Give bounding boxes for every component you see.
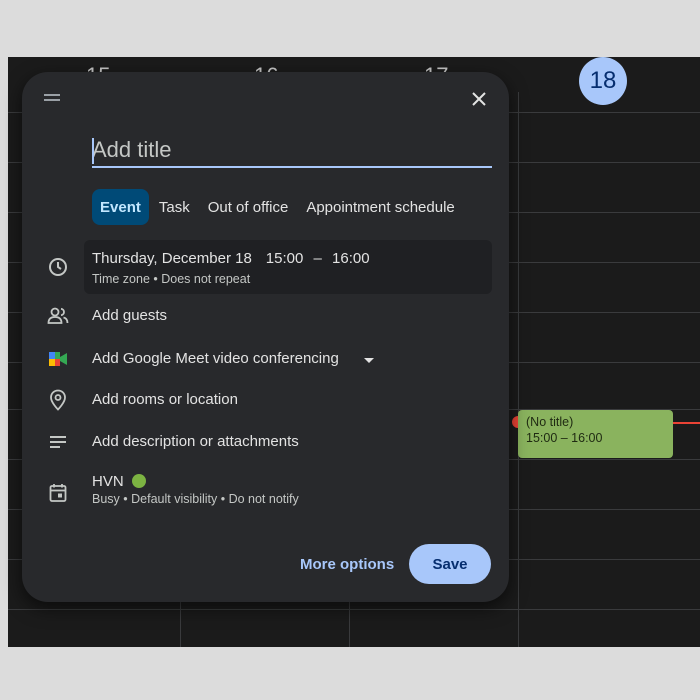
- add-description-label: Add description or attachments: [92, 433, 299, 450]
- event-time: 15:00 – 16:00: [526, 431, 603, 445]
- calendar-selector[interactable]: HVN: [92, 473, 146, 490]
- time-separator: –: [313, 250, 322, 267]
- description-row[interactable]: Add description or attachments: [22, 430, 509, 454]
- location-pin-icon: [46, 388, 70, 412]
- meet-row[interactable]: Add Google Meet video conferencing: [22, 347, 509, 371]
- close-button[interactable]: [466, 86, 492, 112]
- end-time: 16:00: [332, 250, 370, 267]
- title-input[interactable]: [92, 134, 492, 168]
- google-meet-icon: [46, 347, 70, 371]
- current-day-number[interactable]: 18: [579, 57, 627, 105]
- calendar-row[interactable]: HVN Busy • Default visibility • Do not n…: [22, 472, 509, 512]
- start-time: 15:00: [265, 250, 304, 267]
- close-icon: [472, 92, 486, 106]
- people-icon: [46, 304, 70, 328]
- save-button[interactable]: Save: [409, 544, 491, 584]
- location-row[interactable]: Add rooms or location: [22, 388, 509, 412]
- more-options-button[interactable]: More options: [290, 544, 404, 584]
- calendar-icon: [46, 481, 70, 505]
- grid-divider: [518, 92, 519, 647]
- tab-event[interactable]: Event: [92, 189, 149, 225]
- tab-out-of-office[interactable]: Out of office: [200, 189, 297, 225]
- tab-task[interactable]: Task: [151, 189, 198, 225]
- notes-icon: [46, 430, 70, 454]
- calendar-name: HVN: [92, 473, 124, 490]
- calendar-color-dot: [131, 474, 146, 488]
- add-guests-label: Add guests: [92, 307, 168, 324]
- clock-icon: [46, 255, 70, 279]
- google-meet-label: Add Google Meet video conferencing: [92, 350, 339, 367]
- guests-row[interactable]: Add guests: [22, 304, 509, 328]
- datetime-details: Time zone • Does not repeat: [92, 272, 251, 286]
- add-location-label: Add rooms or location: [92, 391, 238, 408]
- drag-handle-icon[interactable]: [44, 94, 60, 104]
- grid-divider: [8, 609, 700, 610]
- text-caret: [92, 138, 94, 164]
- calendar-details: Busy • Default visibility • Do not notif…: [92, 492, 299, 506]
- event-type-tabs: Event Task Out of office Appointment sch…: [92, 188, 465, 226]
- datetime-main: Thursday, December 18 15:00 – 16:00: [92, 250, 370, 267]
- event-title: (No title): [526, 415, 574, 429]
- datetime-picker[interactable]: Thursday, December 18 15:00 – 16:00 Time …: [84, 240, 492, 294]
- chevron-down-icon: [364, 358, 374, 363]
- event-date: Thursday, December 18: [92, 250, 252, 267]
- calendar-event[interactable]: (No title) 15:00 – 16:00: [518, 410, 673, 458]
- tab-appointment-schedule[interactable]: Appointment schedule: [298, 189, 462, 225]
- event-dialog: Event Task Out of office Appointment sch…: [22, 72, 509, 602]
